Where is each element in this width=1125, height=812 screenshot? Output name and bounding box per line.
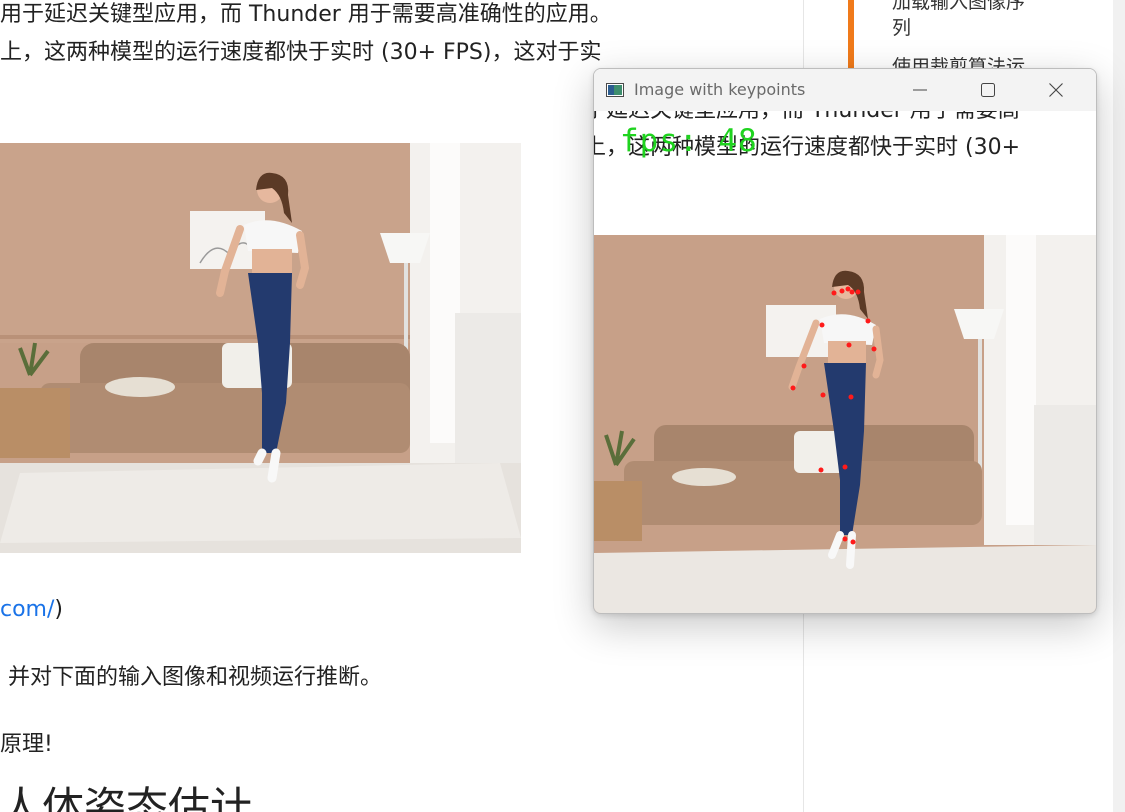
minimize-button[interactable] xyxy=(890,69,950,111)
source-link[interactable]: com/ xyxy=(0,597,54,622)
toc-active-indicator xyxy=(848,0,854,70)
toc-item[interactable]: 加载输入图像序 xyxy=(892,0,1025,15)
window-title: Image with keypoints xyxy=(634,80,806,99)
source-link-line: com/) xyxy=(0,592,63,628)
article-paragraph-line: 上，这两种模型的运行速度都快于实时 (30+ FPS)，这对于实 xyxy=(0,40,602,65)
maximize-button[interactable] xyxy=(958,69,1018,111)
fps-counter: fps: 48 xyxy=(620,123,758,159)
close-button[interactable] xyxy=(1026,69,1086,111)
keypoints-window[interactable]: Image with keypoints 于延迟关键型应用，而 Thunder … xyxy=(593,68,1097,614)
link-suffix: ) xyxy=(54,597,63,622)
window-canvas: 于延迟关键型应用，而 Thunder 用于需要高 上，这两种模型的运行速度都快于… xyxy=(594,111,1096,613)
page-scrollbar-track[interactable] xyxy=(1113,0,1125,812)
section-heading: 人体姿态估计 xyxy=(0,783,253,812)
article-paragraph-line: 并对下面的输入图像和视频运行推断。 xyxy=(8,665,383,690)
image-app-icon xyxy=(606,82,624,97)
toc-item[interactable]: 列 xyxy=(892,16,911,41)
dancer-photo xyxy=(0,143,521,553)
window-titlebar[interactable]: Image with keypoints xyxy=(594,69,1096,111)
keypoints-frame xyxy=(594,235,1096,613)
article-paragraph-line: 原理! xyxy=(0,732,53,757)
article-paragraph-line: 用于延迟关键型应用，而 Thunder 用于需要高准确性的应用。 xyxy=(0,2,612,27)
